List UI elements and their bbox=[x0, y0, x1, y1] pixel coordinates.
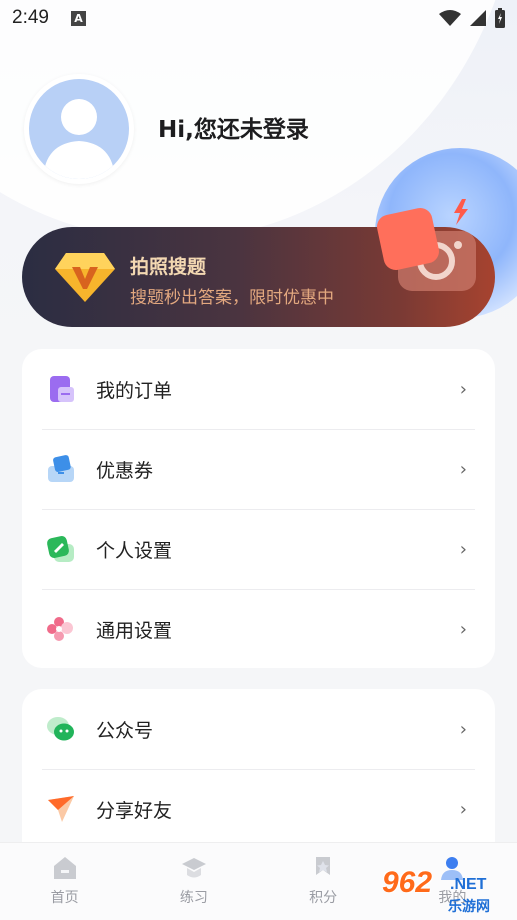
general-settings-icon bbox=[47, 617, 73, 641]
watermark-name: 乐游网 bbox=[448, 899, 490, 915]
home-icon bbox=[53, 857, 76, 879]
menu-item-label: 通用设置 bbox=[96, 619, 173, 642]
status-bar: 2:49 A bbox=[0, 0, 517, 36]
menu-card-account: 我的订单 › 优惠券 › 个人设置 › 通用设置 › bbox=[22, 349, 495, 668]
menu-item-label: 优惠券 bbox=[96, 459, 154, 482]
menu-item-label: 公众号 bbox=[96, 719, 154, 742]
tab-label: 积分 bbox=[309, 890, 338, 906]
practice-icon bbox=[181, 858, 206, 878]
order-icon bbox=[50, 376, 74, 402]
watermark-domain: .NET bbox=[450, 876, 487, 893]
default-avatar-icon bbox=[43, 99, 115, 179]
status-time: 2:49 bbox=[12, 7, 49, 28]
chevron-right-icon: › bbox=[459, 379, 467, 400]
battery-icon bbox=[495, 8, 505, 28]
menu-item-general-settings[interactable]: 通用设置 › bbox=[22, 589, 495, 669]
personal-settings-icon bbox=[47, 536, 74, 562]
wifi-icon bbox=[439, 10, 461, 26]
banner-subtitle: 搜题秒出答案，限时优惠中 bbox=[130, 288, 334, 308]
vip-diamond-icon bbox=[55, 253, 115, 302]
share-icon bbox=[48, 796, 74, 822]
banner-title: 拍照搜题 bbox=[130, 256, 207, 278]
watermark-number: 962 bbox=[382, 866, 433, 899]
tab-points[interactable]: 积分 bbox=[259, 843, 388, 920]
menu-item-label: 个人设置 bbox=[96, 539, 173, 562]
menu-item-share-friends[interactable]: 分享好友 › bbox=[22, 769, 495, 849]
chevron-right-icon: › bbox=[459, 799, 467, 820]
points-icon bbox=[316, 857, 331, 875]
menu-item-coupons[interactable]: 优惠券 › bbox=[22, 429, 495, 509]
watermark-logo: 962 .NET 乐游网 bbox=[378, 866, 514, 918]
chevron-right-icon: › bbox=[459, 619, 467, 640]
menu-item-label: 我的订单 bbox=[96, 379, 173, 402]
tab-label: 首页 bbox=[50, 890, 79, 906]
chevron-right-icon: › bbox=[459, 459, 467, 480]
signal-icon bbox=[470, 10, 486, 26]
tab-practice[interactable]: 练习 bbox=[129, 843, 258, 920]
wechat-icon bbox=[47, 717, 74, 741]
menu-item-orders[interactable]: 我的订单 › bbox=[22, 349, 495, 429]
chevron-right-icon: › bbox=[459, 719, 467, 740]
tab-home[interactable]: 首页 bbox=[0, 843, 129, 920]
status-icons bbox=[439, 8, 505, 28]
menu-item-official-account[interactable]: 公众号 › bbox=[22, 689, 495, 769]
chevron-right-icon: › bbox=[459, 539, 467, 560]
menu-item-label: 分享好友 bbox=[96, 799, 173, 822]
tab-label: 练习 bbox=[179, 890, 208, 906]
menu-item-personal-settings[interactable]: 个人设置 › bbox=[22, 509, 495, 589]
avatar[interactable] bbox=[24, 74, 134, 184]
login-greeting[interactable]: Hi,您还未登录 bbox=[158, 110, 309, 144]
camera-icon bbox=[377, 199, 476, 291]
notification-icon: A bbox=[70, 10, 86, 26]
coupon-icon bbox=[48, 455, 74, 482]
